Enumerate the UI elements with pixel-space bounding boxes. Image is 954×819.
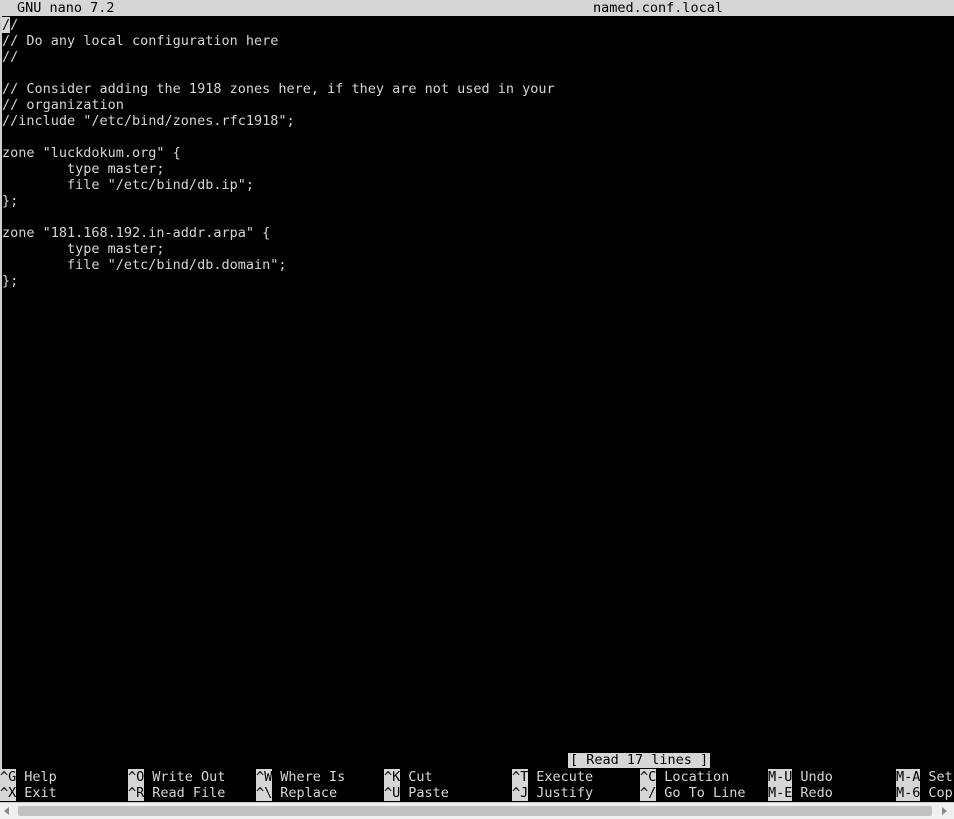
shortcut-key: ^O xyxy=(128,769,145,785)
title-bar: GNU nano 7.2 named.conf.local xyxy=(0,0,954,16)
shortcut-label: Cop xyxy=(928,785,953,801)
shortcut-go-to-line[interactable]: ^/ Go To Line xyxy=(640,785,746,801)
editor-line-rest: / xyxy=(10,17,19,33)
shortcut-label: Exit xyxy=(24,785,57,801)
editor-line[interactable]: // xyxy=(2,17,952,33)
shortcut-label: Execute xyxy=(536,769,594,785)
shortcut-exit[interactable]: ^X Exit xyxy=(0,785,57,801)
editor-line[interactable]: }; xyxy=(2,193,952,209)
shortcut-write-out[interactable]: ^O Write Out xyxy=(128,769,225,785)
shortcut-undo[interactable]: M-U Undo xyxy=(768,769,833,785)
shortcut-label: Help xyxy=(24,769,57,785)
editor-line[interactable]: file "/etc/bind/db.domain"; xyxy=(2,257,952,273)
shortcut-set-mark[interactable]: M-A Set xyxy=(896,769,953,785)
scroll-right-arrow-icon[interactable] xyxy=(942,807,947,815)
editor-area[interactable]: // // Do any local configuration here //… xyxy=(2,17,952,289)
shortcut-label: Where Is xyxy=(280,769,346,785)
shortcut-key: M-U xyxy=(768,769,793,785)
editor-line[interactable]: // Consider adding the 1918 zones here, … xyxy=(2,81,952,97)
shortcut-key: ^T xyxy=(512,769,529,785)
file-name: named.conf.local xyxy=(593,0,724,16)
editor-line[interactable]: type master; xyxy=(2,241,952,257)
shortcut-key: ^W xyxy=(256,769,273,785)
shortcut-label: Set xyxy=(928,769,953,785)
editor-line[interactable]: }; xyxy=(2,273,952,289)
shortcut-cut[interactable]: ^K Cut xyxy=(384,769,433,785)
app-name: GNU nano 7.2 xyxy=(17,0,115,16)
shortcut-replace[interactable]: ^\ Replace xyxy=(256,785,337,801)
shortcut-key: ^/ xyxy=(640,785,657,801)
editor-line[interactable]: zone "181.168.192.in-addr.arpa" { xyxy=(2,225,952,241)
shortcut-key: M-6 xyxy=(896,785,921,801)
shortcut-help-bar: ^G Help ^O Write Out ^W Where Is ^K Cut ^T Ex… xyxy=(0,769,954,801)
shortcut-where-is[interactable]: ^W Where Is xyxy=(256,769,345,785)
shortcut-label: Write Out xyxy=(152,769,226,785)
editor-line[interactable] xyxy=(2,65,952,81)
horizontal-scrollbar[interactable] xyxy=(0,802,954,819)
shortcut-label: Read File xyxy=(152,785,226,801)
editor-line[interactable]: // xyxy=(2,49,952,65)
shortcut-row-1: ^G Help ^O Write Out ^W Where Is ^K Cut ^T Ex… xyxy=(0,769,954,785)
shortcut-key: ^G xyxy=(0,769,17,785)
shortcut-key: ^U xyxy=(384,785,401,801)
shortcut-label: Undo xyxy=(800,769,833,785)
shortcut-key: ^J xyxy=(512,785,529,801)
shortcut-key: ^X xyxy=(0,785,17,801)
shortcut-copy[interactable]: M-6 Cop xyxy=(896,785,953,801)
editor-line[interactable] xyxy=(2,209,952,225)
shortcut-label: Location xyxy=(664,769,730,785)
shortcut-key: ^C xyxy=(640,769,657,785)
shortcut-justify[interactable]: ^J Justify xyxy=(512,785,593,801)
shortcut-label: Redo xyxy=(800,785,833,801)
shortcut-label: Go To Line xyxy=(664,785,746,801)
text-cursor: / xyxy=(2,17,11,33)
shortcut-label: Cut xyxy=(408,769,433,785)
scroll-left-arrow-icon[interactable] xyxy=(4,807,9,815)
shortcut-execute[interactable]: ^T Execute xyxy=(512,769,593,785)
shortcut-label: Justify xyxy=(536,785,594,801)
editor-line[interactable]: file "/etc/bind/db.ip"; xyxy=(2,177,952,193)
shortcut-key: ^\ xyxy=(256,785,273,801)
shortcut-redo[interactable]: M-E Redo xyxy=(768,785,833,801)
shortcut-read-file[interactable]: ^R Read File xyxy=(128,785,225,801)
editor-line[interactable]: // Do any local configuration here xyxy=(2,33,952,49)
shortcut-key: M-A xyxy=(896,769,921,785)
shortcut-key: ^R xyxy=(128,785,145,801)
editor-line[interactable]: //include "/etc/bind/zones.rfc1918"; xyxy=(2,113,952,129)
shortcut-key: ^K xyxy=(384,769,401,785)
scrollbar-thumb[interactable] xyxy=(18,806,932,816)
editor-line[interactable]: zone "luckdokum.org" { xyxy=(2,145,952,161)
editor-line[interactable]: type master; xyxy=(2,161,952,177)
editor-line[interactable]: // organization xyxy=(2,97,952,113)
shortcut-location[interactable]: ^C Location xyxy=(640,769,729,785)
shortcut-label: Replace xyxy=(280,785,338,801)
shortcut-label: Paste xyxy=(408,785,449,801)
status-message: [ Read 17 lines ] xyxy=(568,752,711,768)
shortcut-key: M-E xyxy=(768,785,793,801)
shortcut-paste[interactable]: ^U Paste xyxy=(384,785,449,801)
shortcut-help[interactable]: ^G Help xyxy=(0,769,57,785)
editor-line[interactable] xyxy=(2,129,952,145)
shortcut-row-2: ^X Exit ^R Read File ^\ Replace ^U Paste ^J J… xyxy=(0,785,954,801)
